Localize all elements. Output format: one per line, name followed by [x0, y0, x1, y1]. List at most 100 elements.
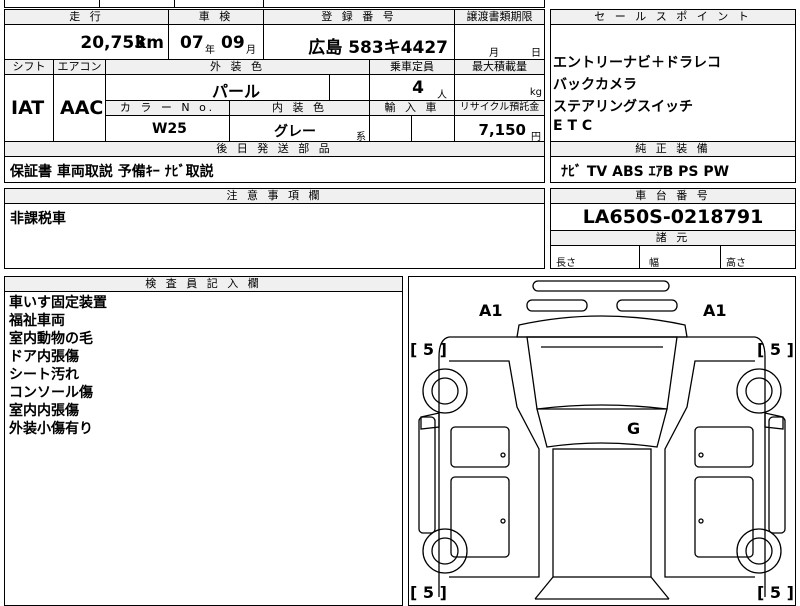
transfer-docs-cell: 月 日 — [454, 24, 545, 60]
aircon-header: エアコン — [53, 59, 106, 75]
wheel-fr-outer — [736, 368, 782, 414]
dimensions-header: 諸 元 — [550, 230, 796, 246]
inspection-cell: 07 年 09 月 — [168, 24, 264, 60]
sales-point-1: エントリーナビ＋ドラレコ — [553, 55, 721, 71]
aircon-cell: AAC — [53, 74, 106, 142]
sales-points-header: セ ー ル ス ポ イ ン ト — [550, 9, 796, 25]
genuine-equipment-cell: ﾅﾋﾞ TV ABS ｴｱB PS PW — [550, 156, 796, 183]
mark-tire-fl: [ 5 ] — [410, 340, 447, 359]
notes-value: 非課税車 — [10, 211, 66, 227]
left-handle-2 — [500, 518, 506, 524]
rear-section — [534, 576, 670, 600]
recycle-header: リサイクル預託金 — [454, 100, 545, 116]
sales-points-box: エントリーナビ＋ドラレコ バックカメラ ステアリングスイッチ E T C — [550, 24, 796, 142]
exterior-color-extra-cell — [329, 74, 370, 101]
left-mirror — [420, 412, 440, 430]
transfer-docs-header: 譲渡書類期限 — [454, 9, 545, 25]
top-strip-cell-3 — [174, 0, 264, 8]
inspector-line-2: 福祉車両 — [9, 313, 65, 329]
left-front-door — [450, 426, 510, 468]
shift-header: シフト — [4, 59, 54, 75]
right-rear-door — [694, 476, 754, 558]
front-light-left — [526, 299, 588, 312]
sales-point-2: バックカメラ — [553, 77, 637, 93]
right-rail — [768, 416, 786, 534]
notes-cell: 非課税車 — [4, 203, 545, 269]
width-label: 幅 — [649, 258, 659, 269]
mileage-cell: 20,753 km — [4, 24, 169, 60]
wheel-rr-outer — [736, 528, 782, 574]
registration-header: 登 録 番 号 — [263, 9, 455, 25]
length-cell: 長さ — [550, 245, 640, 269]
hood-front — [516, 315, 688, 338]
top-strip-cell-2 — [99, 0, 175, 8]
shift-value: IAT — [11, 97, 45, 119]
max-load-header: 最大積載量 — [454, 59, 545, 75]
mark-front-left: A1 — [479, 301, 503, 320]
capacity-header: 乗車定員 — [369, 59, 455, 75]
chassis-header: 車 台 番 号 — [550, 188, 796, 204]
capacity-value: 4 — [412, 78, 424, 98]
left-rear-door — [450, 476, 510, 558]
width-cell: 幅 — [639, 245, 721, 269]
color-no-cell: W25 — [105, 115, 230, 142]
inspector-line-8: 外装小傷有り — [9, 421, 93, 437]
sales-point-3: ステアリングスイッチ — [553, 99, 693, 115]
wheel-rl-inner — [431, 537, 459, 565]
import-header: 輸 入 車 — [369, 100, 455, 116]
registration-cell: 広島 583キ4427 — [263, 24, 455, 60]
later-parts-value: 保証書 車両取説 予備ｷｰ ﾅﾋﾞ取説 — [10, 164, 214, 180]
genuine-equipment-value: ﾅﾋﾞ TV ABS ｴｱB PS PW — [561, 164, 730, 180]
length-label: 長さ — [556, 258, 576, 269]
wheel-rr-inner — [745, 537, 773, 565]
wheel-rl-outer — [422, 528, 468, 574]
later-parts-cell: 保証書 車両取説 予備ｷｰ ﾅﾋﾞ取説 — [4, 156, 545, 183]
registration-plate: 広島 583キ4427 — [308, 38, 448, 58]
roof — [552, 448, 652, 578]
mileage-unit: km — [134, 33, 164, 53]
right-side — [664, 360, 755, 578]
transfer-day-label: 日 — [531, 48, 541, 59]
exterior-color-cell: パール — [105, 74, 330, 101]
color-no-header: カ ラ ー N o. — [105, 100, 230, 116]
left-side — [449, 360, 540, 578]
car-diagram — [418, 280, 786, 600]
mileage-header: 走 行 — [4, 9, 169, 25]
wheel-fl-outer — [422, 368, 468, 414]
left-handle-1 — [500, 452, 506, 458]
inspector-line-3: 室内動物の毛 — [9, 331, 93, 347]
hood — [526, 336, 678, 410]
inspector-line-7: 室内内張傷 — [9, 403, 79, 419]
recycle-value: 7,150 — [478, 121, 526, 139]
inspector-line-6: コンソール傷 — [9, 385, 93, 401]
interior-color-header: 内 装 色 — [229, 100, 370, 116]
inspection-year-unit: 年 — [205, 45, 215, 56]
shift-cell: IAT — [4, 74, 54, 142]
inspector-line-5: シート汚れ — [9, 367, 79, 383]
inspection-month-unit: 月 — [246, 45, 256, 56]
chassis-cell: LA650S-0218791 — [550, 203, 796, 231]
mark-tire-fr: [ 5 ] — [757, 340, 794, 359]
later-parts-header: 後 日 発 送 部 品 — [4, 141, 545, 157]
right-mirror — [764, 412, 784, 430]
import-cell-2 — [411, 115, 455, 142]
front-light-right — [616, 299, 678, 312]
inspection-header: 車 検 — [168, 9, 264, 25]
max-load-cell: kg — [454, 74, 545, 101]
aircon-value: AAC — [60, 97, 104, 119]
sales-point-4: E T C — [553, 118, 593, 134]
notes-header: 注 意 事 項 欄 — [4, 188, 545, 204]
height-label: 高さ — [726, 258, 746, 269]
exterior-color-value: パール — [212, 82, 261, 101]
capacity-unit: 人 — [437, 90, 447, 101]
inspection-month: 09 — [221, 33, 245, 53]
wheel-fr-inner — [745, 377, 773, 405]
left-rail — [418, 416, 436, 534]
mark-front-right: A1 — [703, 301, 727, 320]
mark-tire-rr: [ 5 ] — [757, 583, 794, 602]
interior-color-cell: グレー 系 — [229, 115, 370, 143]
top-strip-cell-1 — [4, 0, 100, 8]
capacity-cell: 4 人 — [369, 74, 455, 101]
recycle-cell: 7,150 円 — [454, 115, 545, 143]
chassis-value: LA650S-0218791 — [582, 206, 764, 228]
